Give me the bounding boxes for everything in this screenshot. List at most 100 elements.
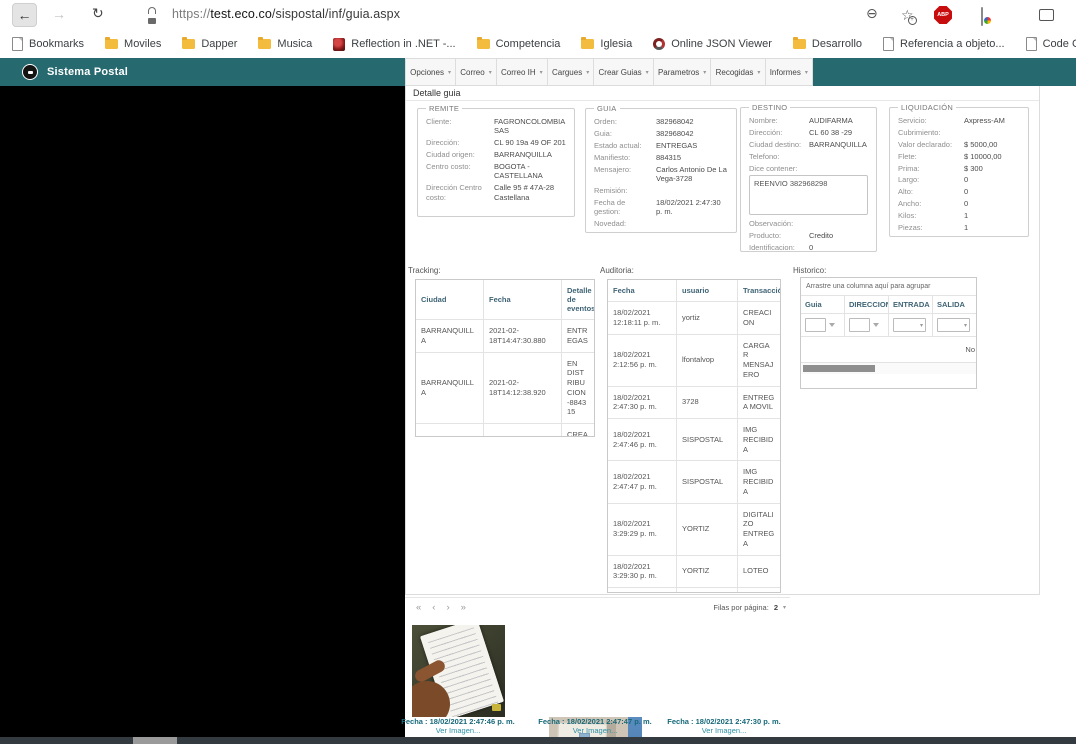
forward-icon[interactable]: → <box>52 6 66 22</box>
filter-input-direccion[interactable] <box>849 318 870 332</box>
screen: ← → ↻ https://test.eco.co/sispostal/inf/… <box>0 0 1076 744</box>
scrollbar-thumb[interactable] <box>803 365 875 372</box>
add-favorite-icon[interactable]: ☆ <box>901 7 914 23</box>
chevron-down-icon: ▾ <box>586 69 589 76</box>
menu-item-informes[interactable]: Informes▾ <box>766 59 812 85</box>
url-field[interactable]: https://test.eco.co/sispostal/inf/guia.a… <box>172 7 400 21</box>
main-menu: Opciones▾ Correo▾ Correo IH▾ Cargues▾ Cr… <box>405 58 813 86</box>
prev-page-icon[interactable]: ‹ <box>432 602 435 613</box>
adblock-extension-icon[interactable]: ABP <box>934 6 952 24</box>
auditoria-col-transaccion[interactable]: Transacción <box>738 280 781 302</box>
page-icon <box>12 37 23 51</box>
refresh-icon[interactable]: ↻ <box>92 6 104 22</box>
bookmark-item[interactable]: Desarrollo <box>793 38 862 50</box>
panel-destino-legend: DESTINO <box>749 103 790 112</box>
rows-per-page-value[interactable]: 2 <box>774 603 778 612</box>
url-path: /sispostal/inf/guia.aspx <box>272 7 400 21</box>
table-row: 18/02/2021 2:47:46 p. m.SISPOSTALIMG REC… <box>608 419 780 461</box>
ver-imagen-link[interactable]: Ver Imagen... <box>664 726 784 735</box>
bookmark-item[interactable]: Iglesia <box>581 38 632 50</box>
chevron-down-icon: ▾ <box>805 69 808 76</box>
chevron-down-icon: ▾ <box>489 69 492 76</box>
bookmark-item[interactable]: Code Converter C... <box>1026 37 1076 51</box>
folder-icon <box>182 39 195 49</box>
folder-icon <box>793 39 806 49</box>
historico-col-guia[interactable]: Guia <box>801 296 845 314</box>
table-row: BARRANQUILLA2021-02-18T14:12:38.920EN DI… <box>416 352 594 424</box>
dice-contener-box[interactable]: REENVIO 382968298 <box>749 175 868 215</box>
page-title: Detalle guia <box>413 88 461 98</box>
bookmarks-bar: Bookmarks Moviles Dapper Musica Reflecti… <box>0 30 1076 58</box>
chevron-down-icon: ▾ <box>448 69 451 76</box>
menu-item-opciones[interactable]: Opciones▾ <box>406 59 456 85</box>
historico-grid: Arrastre una columna aquí para agrupar G… <box>800 277 977 389</box>
filter-input-guia[interactable] <box>805 318 826 332</box>
auditoria-label: Auditoria: <box>600 266 634 275</box>
group-drop-zone[interactable]: Arrastre una columna aquí para agrupar <box>801 278 976 296</box>
menu-item-correo-ih[interactable]: Correo IH▾ <box>497 59 548 85</box>
url-scheme: https:// <box>172 7 210 21</box>
folder-icon <box>105 39 118 49</box>
bookmark-item[interactable]: Reflection in .NET -... <box>333 38 455 51</box>
menu-item-crear-guias[interactable]: Crear Guias▾ <box>594 59 653 85</box>
auditoria-col-fecha[interactable]: Fecha <box>608 280 677 302</box>
panel-liquidacion: LIQUIDACIÓN Servicio:Axpress-AM Cubrimie… <box>889 103 1029 237</box>
bookmark-item[interactable]: Dapper <box>182 38 237 50</box>
panel-remite: REMITE Cliente:FAGRONCOLOMBIA SAS Direcc… <box>417 104 575 217</box>
filter-select-entrada[interactable]: ▾ <box>893 318 926 332</box>
highlight <box>492 704 501 711</box>
historico-col-direccion[interactable]: DIRECCION <box>845 296 889 314</box>
reflection-app-icon <box>333 38 345 51</box>
historico-label: Historico: <box>793 266 826 275</box>
next-page-icon[interactable]: › <box>446 602 449 613</box>
rows-per-page-label: Filas por página: <box>713 603 768 612</box>
attachment-caption: Fecha : 18/02/2021 2:47:47 p. m. Ver Ima… <box>535 717 655 736</box>
folder-icon <box>258 39 271 49</box>
tracking-col-detalle[interactable]: Detalle de eventos <box>562 280 595 320</box>
url-host: test.eco.co <box>210 7 272 21</box>
panel-remite-legend: REMITE <box>426 104 462 113</box>
bookmark-item[interactable]: Referencia a objeto... <box>883 37 1005 51</box>
historico-col-entrada[interactable]: ENTRADA <box>889 296 933 314</box>
collections-extension-icon[interactable] <box>981 7 983 26</box>
menu-item-correo[interactable]: Correo▾ <box>456 59 497 85</box>
filter-select-salida[interactable]: ▾ <box>937 318 970 332</box>
panel-liquidacion-legend: LIQUIDACIÓN <box>898 103 956 112</box>
chevron-down-icon: ▾ <box>540 69 543 76</box>
bookmark-item[interactable]: Bookmarks <box>12 37 84 51</box>
attachment-caption: Fecha : 18/02/2021 2:47:46 p. m. Ver Ima… <box>398 717 518 736</box>
menu-item-cargues[interactable]: Cargues▾ <box>548 59 595 85</box>
bookmark-item[interactable]: Musica <box>258 38 312 50</box>
lock-icon[interactable] <box>148 7 156 24</box>
zoom-out-icon[interactable]: ⊖ <box>866 6 878 22</box>
attachment-photo-receipt[interactable] <box>412 625 505 717</box>
back-button[interactable]: ← <box>12 3 37 27</box>
bookmark-item[interactable]: Competencia <box>477 38 561 50</box>
page-icon <box>1026 37 1037 51</box>
table-row: BARRANQUILLA2021-02-18T14:47:30.880ENTRE… <box>416 320 594 353</box>
chevron-down-icon: ▾ <box>920 322 923 329</box>
ver-imagen-link[interactable]: Ver Imagen... <box>398 726 518 735</box>
filter-icon[interactable] <box>829 323 835 327</box>
divider <box>406 100 1039 101</box>
filter-icon[interactable] <box>873 323 879 327</box>
last-page-icon[interactable]: » <box>461 602 466 613</box>
horizontal-scrollbar[interactable] <box>801 362 976 374</box>
ver-imagen-link[interactable]: Ver Imagen... <box>535 726 655 735</box>
bookmark-item[interactable]: Online JSON Viewer <box>653 38 772 50</box>
menu-item-parametros[interactable]: Parametros▾ <box>654 59 712 85</box>
web-capture-icon[interactable] <box>1039 9 1054 21</box>
bookmark-item[interactable]: Moviles <box>105 38 161 50</box>
historico-empty-text: No <box>801 337 976 362</box>
menu-item-recogidas[interactable]: Recogidas▾ <box>711 59 765 85</box>
tracking-col-fecha[interactable]: Fecha <box>484 280 562 320</box>
table-row: 18/02/2021 2:47:30 p. m.3728ENTREGA MOVI… <box>608 386 780 419</box>
auditoria-col-usuario[interactable]: usuario <box>677 280 738 302</box>
table-row: 18/02/2021 2:12:56 p. m.lfontalvopCARGAR… <box>608 334 780 386</box>
historico-col-salida[interactable]: SALIDA <box>933 296 977 314</box>
browser-toolbar: ← → ↻ https://test.eco.co/sispostal/inf/… <box>0 0 1076 30</box>
tracking-col-ciudad[interactable]: Ciudad <box>416 280 484 320</box>
first-page-icon[interactable]: « <box>416 602 421 613</box>
table-row: 18/02/2021 4:59:02 p. m.SISPOSTALIMG REC… <box>608 588 780 594</box>
chevron-down-icon: ▾ <box>783 604 786 611</box>
